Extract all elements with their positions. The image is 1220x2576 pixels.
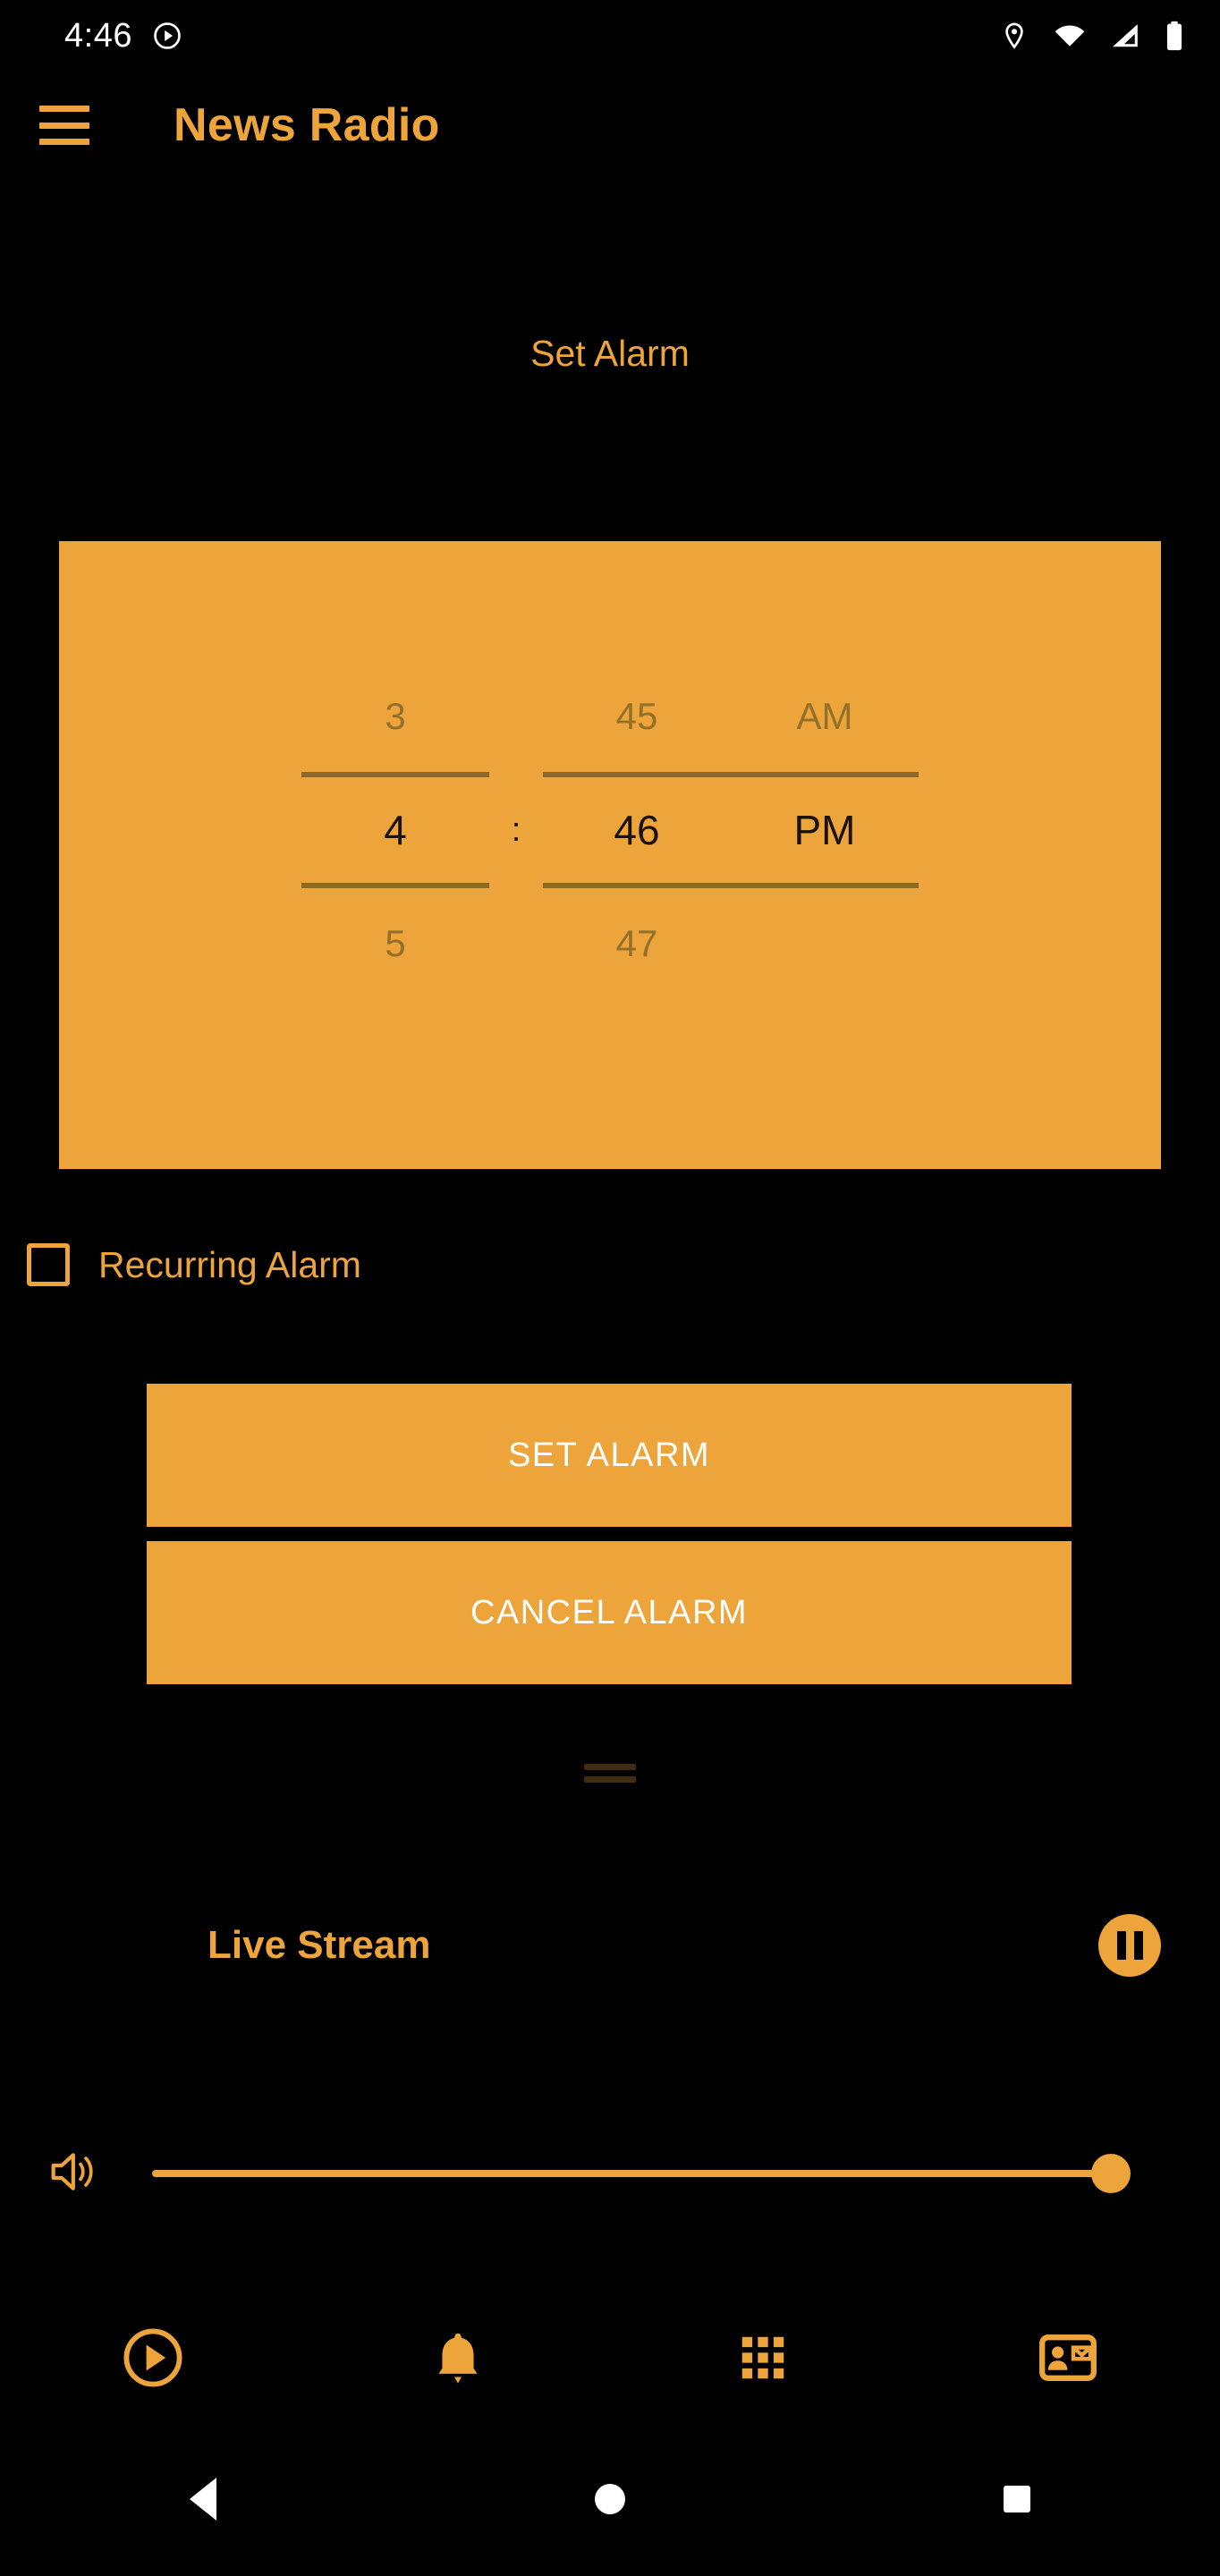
separator-rule-gap	[489, 883, 543, 888]
hamburger-line	[39, 106, 89, 112]
meridiem-divider-bottom	[731, 883, 919, 888]
bottom-navigation-bar	[0, 2299, 1220, 2417]
status-bar: 4:46	[0, 0, 1220, 72]
recurring-alarm-label: Recurring Alarm	[98, 1243, 361, 1285]
recurring-alarm-row[interactable]: Recurring Alarm	[27, 1243, 361, 1286]
time-separator: :	[511, 811, 521, 849]
nav-home-button[interactable]	[407, 2484, 814, 2514]
hour-selected-value[interactable]: 4	[384, 801, 407, 860]
minute-next-value[interactable]: 47	[616, 911, 658, 976]
bottom-sheet-drag-handle[interactable]	[584, 1764, 636, 1783]
set-alarm-heading: Set Alarm	[530, 333, 690, 374]
meridiem-spinner[interactable]: AM PM	[731, 684, 919, 976]
cellular-signal-icon	[1111, 21, 1140, 50]
hamburger-line	[39, 122, 89, 129]
nav-play[interactable]	[0, 2325, 305, 2391]
minute-divider-top	[543, 772, 731, 777]
hamburger-line	[39, 139, 89, 145]
hour-next-value[interactable]: 5	[385, 911, 405, 976]
separator-rule-gap	[489, 772, 543, 777]
home-circle-icon	[595, 2484, 625, 2514]
volume-slider-track	[152, 2170, 1109, 2177]
volume-up-icon[interactable]	[47, 2147, 102, 2201]
android-system-nav	[0, 2422, 1220, 2576]
battery-icon	[1165, 21, 1184, 51]
play-circle-icon	[152, 21, 182, 51]
status-clock: 4:46	[64, 16, 132, 55]
location-pin-icon	[1000, 21, 1029, 50]
back-triangle-icon	[190, 2478, 217, 2521]
hour-divider-top	[301, 772, 489, 777]
minute-previous-value[interactable]: 45	[616, 684, 658, 749]
play-circle-icon	[120, 2325, 186, 2391]
alarm-actions: SET ALARM CANCEL ALARM	[147, 1384, 1072, 1684]
status-bar-left: 4:46	[64, 17, 182, 55]
live-stream-row: Live Stream	[0, 1887, 1220, 2004]
grid-icon	[735, 2330, 791, 2385]
nav-recents-button[interactable]	[813, 2486, 1220, 2512]
recurring-alarm-checkbox[interactable]	[27, 1243, 70, 1286]
nav-alarms[interactable]	[305, 2327, 610, 2388]
set-alarm-button[interactable]: SET ALARM	[147, 1384, 1072, 1527]
time-picker-columns: 3 4 5 : 45 46 47 AM PM	[59, 684, 1161, 976]
volume-row	[0, 2142, 1220, 2205]
pause-bar	[1116, 1931, 1126, 1960]
time-separator-column: :	[489, 684, 543, 976]
hour-spinner[interactable]: 3 4 5	[301, 684, 489, 976]
contact-card-icon	[1036, 2326, 1100, 2390]
cancel-alarm-button[interactable]: CANCEL ALARM	[147, 1541, 1072, 1684]
nav-stations[interactable]	[610, 2330, 915, 2385]
meridiem-selected-value[interactable]: PM	[794, 801, 856, 860]
nav-contact[interactable]	[915, 2326, 1220, 2390]
live-stream-title: Live Stream	[208, 1923, 431, 1967]
app-title: News Radio	[174, 99, 440, 151]
pause-bar	[1133, 1931, 1143, 1960]
nav-back-button[interactable]	[0, 2478, 407, 2521]
drag-handle-line	[584, 1776, 636, 1783]
time-picker[interactable]: 3 4 5 : 45 46 47 AM PM	[59, 541, 1161, 1169]
minute-spinner[interactable]: 45 46 47	[543, 684, 731, 976]
hamburger-menu-icon[interactable]	[39, 106, 89, 145]
minute-selected-value[interactable]: 46	[614, 801, 659, 860]
status-bar-right	[1000, 21, 1184, 51]
volume-slider[interactable]	[152, 2142, 1131, 2205]
app-bar: News Radio	[0, 72, 1220, 179]
hour-previous-value[interactable]: 3	[385, 684, 405, 749]
meridiem-divider-top	[731, 772, 919, 777]
bell-icon	[428, 2327, 488, 2388]
recents-square-icon	[1003, 2486, 1030, 2512]
meridiem-previous-value[interactable]: AM	[797, 684, 853, 749]
volume-slider-thumb[interactable]	[1091, 2154, 1131, 2193]
minute-divider-bottom	[543, 883, 731, 888]
wifi-icon	[1054, 21, 1086, 50]
hour-divider-bottom	[301, 883, 489, 888]
pause-icon[interactable]	[1098, 1914, 1161, 1977]
drag-handle-line	[584, 1764, 636, 1770]
